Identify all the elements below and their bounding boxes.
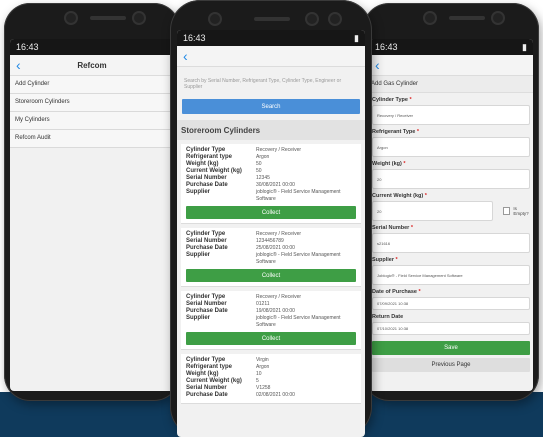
card-row: Purchase Date 02/08/2021 00:00 bbox=[186, 392, 295, 398]
speaker-grille bbox=[90, 16, 126, 20]
search-input[interactable]: Search by Serial Number, Refrigerant Typ… bbox=[182, 73, 360, 95]
camera-icon bbox=[66, 13, 76, 23]
cylinder-type-label: Cylinder Type * bbox=[372, 97, 412, 103]
speaker-grille bbox=[254, 17, 290, 21]
card-row: Refrigerant type Argon bbox=[186, 364, 270, 370]
current-weight-row: 20 Is Empty? bbox=[369, 201, 533, 221]
supplier-select[interactable]: Joblogic® - Field Service Management Sof… bbox=[372, 265, 530, 285]
section-title: Storeroom Cylinders bbox=[177, 120, 365, 140]
status-time: 16:43 bbox=[183, 33, 206, 43]
page-title: Refcom bbox=[77, 60, 107, 70]
card-row: Supplier joblogic® - Field Service Manage… bbox=[186, 189, 341, 202]
purchase-date-input[interactable]: 07/09/2021 10:38 bbox=[372, 297, 530, 310]
collect-button[interactable]: Collect bbox=[186, 269, 356, 282]
serial-number-input[interactable]: s21616 bbox=[372, 233, 530, 253]
status-bar: 16:43 ▮ bbox=[369, 39, 533, 55]
status-bar: 16:43 ▮ bbox=[177, 30, 365, 46]
weight-input[interactable]: 20 bbox=[372, 169, 530, 189]
cylinder-type-select[interactable]: Recovery / Receiver bbox=[372, 105, 530, 125]
supplier-label: Supplier * bbox=[372, 257, 398, 263]
refrigerant-type-label: Refrigerant Type * bbox=[372, 129, 419, 135]
phone-middle: 16:43 ▮ ‹ Search by Serial Number, Refri… bbox=[170, 0, 372, 437]
menu-item-refcom-audit[interactable]: Refcom Audit bbox=[10, 130, 174, 148]
sensor-icon bbox=[307, 14, 317, 24]
return-date-input[interactable]: 07/10/2021 10:38 bbox=[372, 322, 530, 335]
cylinder-card: Cylinder Type Recovery / Receiver Refrige… bbox=[181, 144, 361, 224]
card-row: Serial Number V1258 bbox=[186, 385, 271, 391]
card-row: Supplier joblogic® - Field Service Manage… bbox=[186, 252, 341, 265]
sensor-icon bbox=[134, 13, 144, 23]
battery-icon: ▮ bbox=[354, 32, 359, 43]
menu-item-add-cylinder[interactable]: Add Cylinder bbox=[10, 76, 174, 94]
camera-icon bbox=[210, 14, 220, 24]
card-row: Current Weight (kg) 50 bbox=[186, 168, 262, 174]
menu-item-my-cylinders[interactable]: My Cylinders bbox=[10, 112, 174, 130]
form-title: Add Gas Cylinder bbox=[369, 76, 533, 93]
refrigerant-type-select[interactable]: Argon bbox=[372, 137, 530, 157]
menu-item-storeroom-cylinders[interactable]: Storeroom Cylinders bbox=[10, 94, 174, 112]
card-row: Serial Number 1234456789 bbox=[186, 238, 284, 244]
card-row: Serial Number 01211 bbox=[186, 301, 270, 307]
card-row: Current Weight (kg) 5 bbox=[186, 378, 259, 384]
collect-button[interactable]: Collect bbox=[186, 332, 356, 345]
card-row: Purchase Date 19/08/2021 00:00 bbox=[186, 308, 295, 314]
return-date-label: Return Date bbox=[372, 314, 404, 320]
current-weight-input[interactable]: 20 bbox=[372, 201, 493, 221]
card-row: Purchase Date 30/08/2021 00:00 bbox=[186, 182, 295, 188]
sensor-icon-2 bbox=[330, 14, 340, 24]
search-button[interactable]: Search bbox=[182, 99, 360, 114]
sensor-icon bbox=[493, 13, 503, 23]
current-weight-label: Current Weight (kg) * bbox=[372, 193, 427, 199]
card-row: Weight (kg) 50 bbox=[186, 161, 262, 167]
save-button[interactable]: Save bbox=[372, 341, 530, 355]
phone-left: 16:43 ‹ Refcom Add Cylinder Storeroom Cy… bbox=[4, 3, 180, 401]
card-row: Refrigerant type Argon bbox=[186, 154, 270, 160]
card-row: Cylinder Type Recovery / Receiver bbox=[186, 231, 302, 237]
card-row: Cylinder Type Recovery / Receiver bbox=[186, 147, 302, 153]
serial-number-label: Serial Number * bbox=[372, 225, 413, 231]
card-row: Weight (kg) 10 bbox=[186, 371, 262, 377]
battery-icon: ▮ bbox=[522, 41, 527, 52]
card-row: Cylinder Type Virgin bbox=[186, 357, 269, 363]
status-bar: 16:43 bbox=[10, 39, 174, 55]
is-empty-label: Is Empty? bbox=[513, 206, 529, 216]
cylinder-card: Cylinder Type Virgin Refrigerant type Argo… bbox=[181, 354, 361, 404]
card-row: Supplier joblogic® - Field Service Manage… bbox=[186, 315, 341, 328]
is-empty-checkbox[interactable] bbox=[502, 207, 511, 215]
camera-icon bbox=[425, 13, 435, 23]
card-row: Serial Number 12345 bbox=[186, 175, 270, 181]
cylinder-card: Cylinder Type Recovery / Receiver Serial … bbox=[181, 291, 361, 350]
phone-right: 16:43 ▮ ‹ Add Gas Cylinder Cylinder Type… bbox=[363, 3, 539, 401]
speaker-grille bbox=[449, 16, 485, 20]
back-icon[interactable]: ‹ bbox=[177, 49, 188, 63]
cylinder-card: Cylinder Type Recovery / Receiver Serial … bbox=[181, 228, 361, 287]
purchase-date-label: Date of Purchase * bbox=[372, 289, 421, 295]
status-time: 16:43 bbox=[16, 42, 39, 52]
weight-label: Weight (kg) * bbox=[372, 161, 406, 167]
status-time: 16:43 bbox=[375, 42, 398, 52]
card-row: Purchase Date 25/08/2021 00:00 bbox=[186, 245, 295, 251]
screen-refcom-menu: 16:43 ‹ Refcom Add Cylinder Storeroom Cy… bbox=[10, 39, 174, 391]
nav-bar: ‹ bbox=[177, 46, 365, 67]
card-row: Cylinder Type Recovery / Receiver bbox=[186, 294, 302, 300]
previous-page-button[interactable]: Previous Page bbox=[372, 358, 530, 372]
collect-button[interactable]: Collect bbox=[186, 206, 356, 219]
screen-add-gas-cylinder: 16:43 ▮ ‹ Add Gas Cylinder Cylinder Type… bbox=[369, 39, 533, 391]
screen-storeroom-cylinders: 16:43 ▮ ‹ Search by Serial Number, Refri… bbox=[177, 30, 365, 437]
nav-bar: ‹ bbox=[369, 55, 533, 76]
nav-bar: ‹ Refcom bbox=[10, 55, 174, 76]
